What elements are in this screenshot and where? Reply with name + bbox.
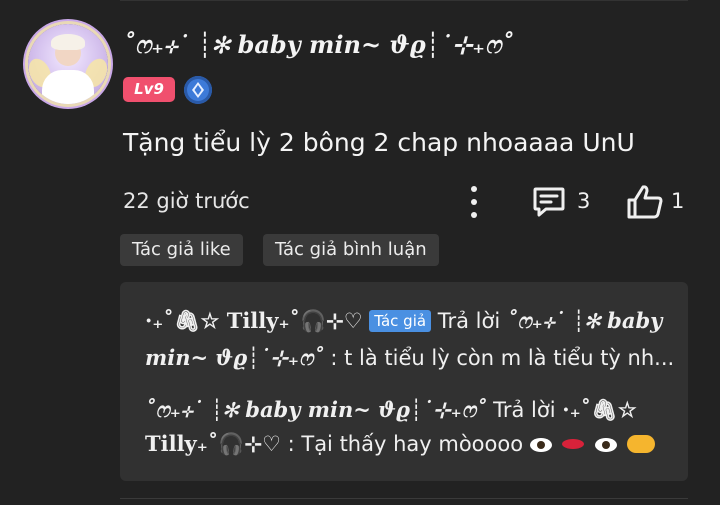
reply-target-name: ˚ෆ₊⊹˙ ┊✻ 𝒃𝒂𝒃𝒚 [506,308,663,333]
bottom-divider [120,498,688,499]
reply-target-name-cont: Tilly₊˚🎧⊹♡ [145,431,281,456]
author-reply-tag: Tác giả bình luận [263,234,439,266]
reply-preview-line-cont[interactable]: Tilly₊˚🎧⊹♡ : Tại thấy hay mòoooo [145,431,655,457]
comment-timestamp: 22 giờ trước [123,189,250,213]
reply-preview-line[interactable]: ·₊˚🖇☆ Tilly₊˚🎧⊹♡ Tác giả Trả lời ˚ෆ₊⊹˙ ┊… [145,308,662,334]
eye-emoji-icon [595,438,618,452]
comment-text: Tặng tiểu lỳ 2 bông 2 chap nhoaaaa UnU [123,128,635,157]
like-count: 1 [671,189,685,213]
more-icon[interactable] [462,186,486,218]
more-dot [471,212,477,218]
reply-target-name-cont: 𝒎𝒊𝒏~ ϑϱ┊˙⊹₊ෆ˚ [145,345,324,370]
pointing-hand-emoji-icon [626,435,655,453]
reply-text: : Tại thấy hay mòoooo [287,432,524,456]
reply-text: : t là tiểu lỳ còn m là tiểu tỳ nh... [330,346,675,370]
reply-preview-line[interactable]: ˚ෆ₊⊹˙ ┊✻ 𝒃𝒂𝒃𝒚 𝒎𝒊𝒏~ ϑϱ┊˙⊹₊ෆ˚ Trả lời ·₊˚🖇… [145,397,637,423]
avatar[interactable] [28,24,108,104]
avatar-body [42,70,94,104]
avatar-hair [51,34,85,50]
comment-username[interactable]: ˚ෆ₊⊹˙ ┊✻ 𝒃𝒂𝒃𝒚 𝒎𝒊𝒏~ ϑϱ┊˙⊹₊ෆ˚ [123,30,663,59]
level-badge: Lv9 [123,77,175,102]
reply-author-name: ·₊˚🖇☆ Tilly₊˚🎧⊹♡ [145,308,363,333]
reply-target-name: ·₊˚🖇☆ [562,397,637,422]
reply-verb: Trả lời [437,309,501,333]
reply-icon[interactable] [532,186,566,218]
reply-verb: Trả lời [493,398,556,422]
reply-preview-line-cont[interactable]: 𝒎𝒊𝒏~ ϑϱ┊˙⊹₊ෆ˚ : t là tiểu lỳ còn m là ti… [145,345,674,371]
reply-author-name: ˚ෆ₊⊹˙ ┊✻ 𝒃𝒂𝒃𝒚 𝒎𝒊𝒏~ ϑϱ┊˙⊹₊ෆ˚ [145,397,487,422]
verified-icon [184,76,212,104]
more-dot [471,199,477,205]
top-divider [120,0,688,1]
author-badge: Tác giả [369,310,432,332]
eye-emoji-icon [529,438,552,452]
author-like-tag: Tác giả like [120,234,243,266]
reply-count: 3 [577,189,591,213]
lips-emoji-icon [562,439,585,449]
more-dot [471,186,477,192]
like-icon[interactable] [626,184,664,220]
